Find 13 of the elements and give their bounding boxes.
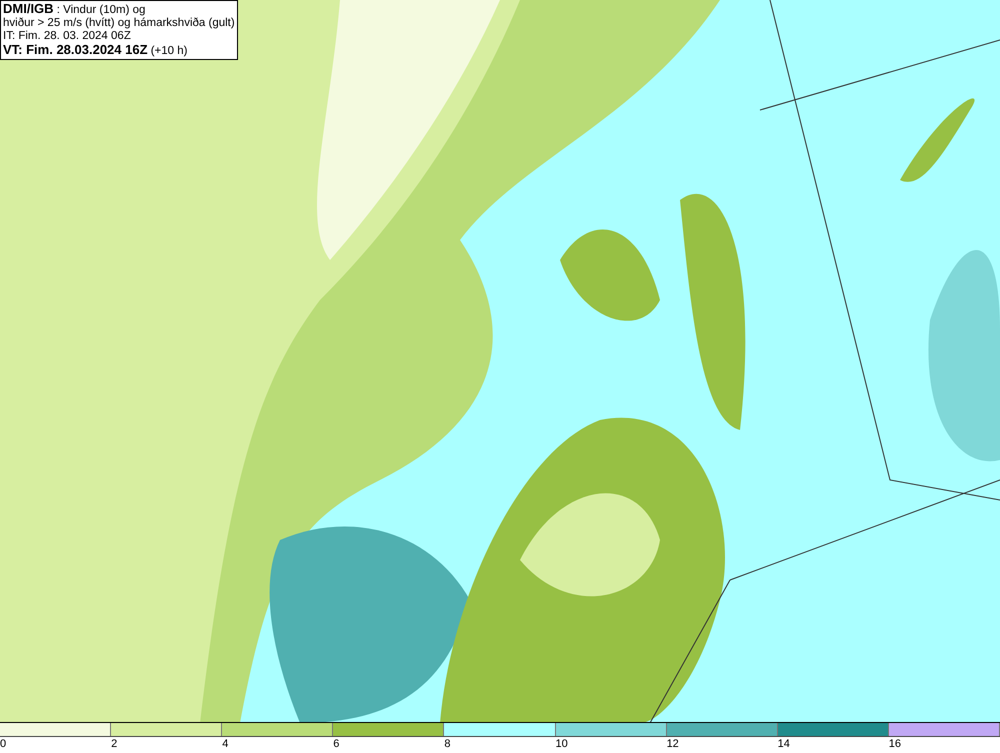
title-text: IT: Fim. 28. 03. 2024 06Z <box>3 30 132 43</box>
legend-tick-label: 14 <box>778 737 791 752</box>
legend-tick-label: 8 <box>444 737 452 752</box>
legend-tick-label: 6 <box>333 737 340 752</box>
legend-tick-label: 10 <box>555 737 569 752</box>
title-text: VT: Fim. 28.03.2024 16Z (+10 h) <box>3 43 188 58</box>
legend-tick-label: 2 <box>111 737 118 752</box>
legend-tick-label: 4 <box>222 737 230 752</box>
title-text: DMI/IGB : Vindur (10m) og <box>3 2 146 17</box>
legend-tick-label: 0 <box>0 737 8 752</box>
legend-tick-label: 16 <box>888 737 902 752</box>
title-text: hviður > 25 m/s (hvítt) og hámarkshviða (gult) <box>3 17 235 30</box>
legend-tick-label: 12 <box>666 737 680 752</box>
